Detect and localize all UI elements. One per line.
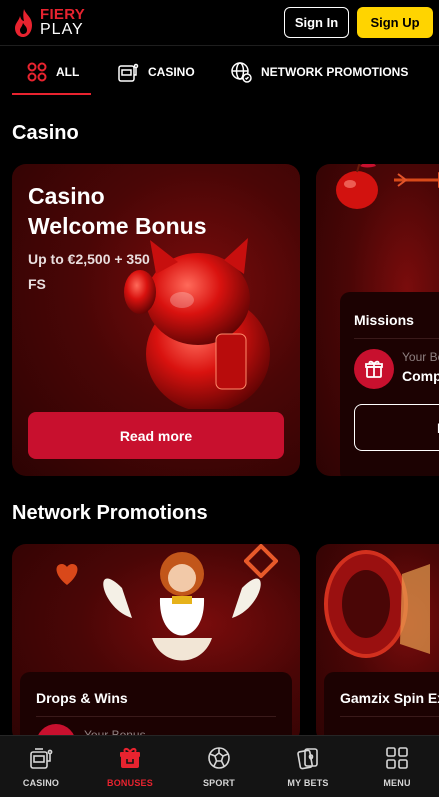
sign-in-button[interactable]: Sign In — [284, 7, 349, 38]
nav-sport-label: SPORT — [202, 778, 235, 788]
missions-your-bonus-label: Your Bon — [402, 350, 439, 364]
menu-grid-icon — [386, 747, 408, 769]
read-more-button[interactable]: Read more — [28, 412, 284, 459]
grid-icon — [27, 62, 47, 82]
drops-and-wins-panel: Drops & Wins Your Bonus — [20, 672, 292, 744]
gamzix-panel: Gamzix Spin Ex — [324, 672, 439, 744]
heart-suit-image — [56, 564, 78, 585]
missions-panel: Missions Your Bon Comple Re — [340, 292, 439, 476]
soccer-ball-icon — [208, 747, 230, 769]
missions-title: Missions — [354, 312, 414, 328]
welcome-card-title-line2: Welcome Bonus — [28, 213, 207, 239]
logo-word-play: PLAY — [40, 21, 84, 38]
missions-divider — [354, 338, 439, 339]
tab-casino-label: CASINO — [148, 65, 195, 79]
top-header: FIERY PLAY Sign In Sign Up — [0, 0, 439, 46]
cards-icon — [297, 748, 318, 770]
nav-casino-label: CASINO — [22, 778, 60, 788]
flame-icon — [15, 9, 32, 37]
drops-and-wins-title: Drops & Wins — [36, 690, 128, 706]
gamzix-divider — [340, 716, 439, 717]
nav-bonuses-label: BONUSES — [107, 778, 153, 788]
casino-missions-card[interactable]: Missions Your Bon Comple Re — [316, 164, 439, 476]
active-tab-indicator — [12, 93, 91, 95]
drops-and-wins-card[interactable]: Drops & Wins Your Bonus — [12, 544, 300, 744]
nav-menu-label: MENU — [383, 778, 411, 788]
missions-status: Comple — [402, 368, 439, 384]
drops-and-wins-divider — [36, 716, 276, 717]
gift-icon — [354, 349, 394, 389]
bonus-filter-tabs: ALL CASINO NETWORK PROMOTIONS — [0, 47, 439, 97]
nav-menu[interactable]: MENU — [357, 746, 437, 788]
network-promotions-section-title: Network Promotions — [12, 502, 208, 524]
nav-bonuses[interactable]: BONUSES — [90, 746, 170, 788]
tab-all-label: ALL — [56, 65, 80, 79]
casino-welcome-bonus-card[interactable]: Casino Welcome Bonus Up to €2,500 + 350 … — [12, 164, 300, 476]
slot-machine-icon — [30, 748, 53, 769]
welcome-card-title-line1: Casino — [28, 183, 105, 209]
nav-sport[interactable]: SPORT — [179, 746, 259, 788]
apple-image — [336, 164, 378, 209]
nav-casino[interactable]: CASINO — [1, 746, 81, 788]
tab-all[interactable]: ALL — [27, 60, 79, 84]
tab-casino[interactable]: CASINO — [117, 60, 195, 84]
gamzix-title: Gamzix Spin Ex — [340, 690, 439, 706]
welcome-card-subtitle-line1: Up to €2,500 + 350 — [28, 251, 150, 267]
fieryplay-logo[interactable]: FIERY PLAY — [12, 7, 112, 39]
gamzix-spin-card[interactable]: Gamzix Spin Ex — [316, 544, 439, 744]
bottom-navigation: CASINO BONUSES SPORT MY BETS MENU — [0, 735, 439, 797]
tab-network-promotions-label: NETWORK PROMOTIONS — [261, 65, 409, 79]
missions-read-more-button[interactable]: Re — [354, 404, 439, 451]
nav-my-bets[interactable]: MY BETS — [268, 746, 348, 788]
roulette-wheel-image — [324, 550, 430, 658]
logo-word-fiery: FIERY — [40, 6, 86, 23]
arrow-image — [394, 172, 439, 188]
welcome-card-subtitle-line2: FS — [28, 276, 46, 292]
sign-up-button[interactable]: Sign Up — [357, 7, 433, 38]
casino-section-title: Casino — [12, 122, 79, 144]
nav-my-bets-label: MY BETS — [287, 778, 329, 788]
globe-icon — [230, 61, 252, 83]
gift-icon — [120, 748, 140, 768]
slot-machine-icon — [117, 61, 139, 83]
tab-network-promotions[interactable]: NETWORK PROMOTIONS — [230, 60, 408, 84]
diamond-suit-image — [244, 544, 278, 578]
